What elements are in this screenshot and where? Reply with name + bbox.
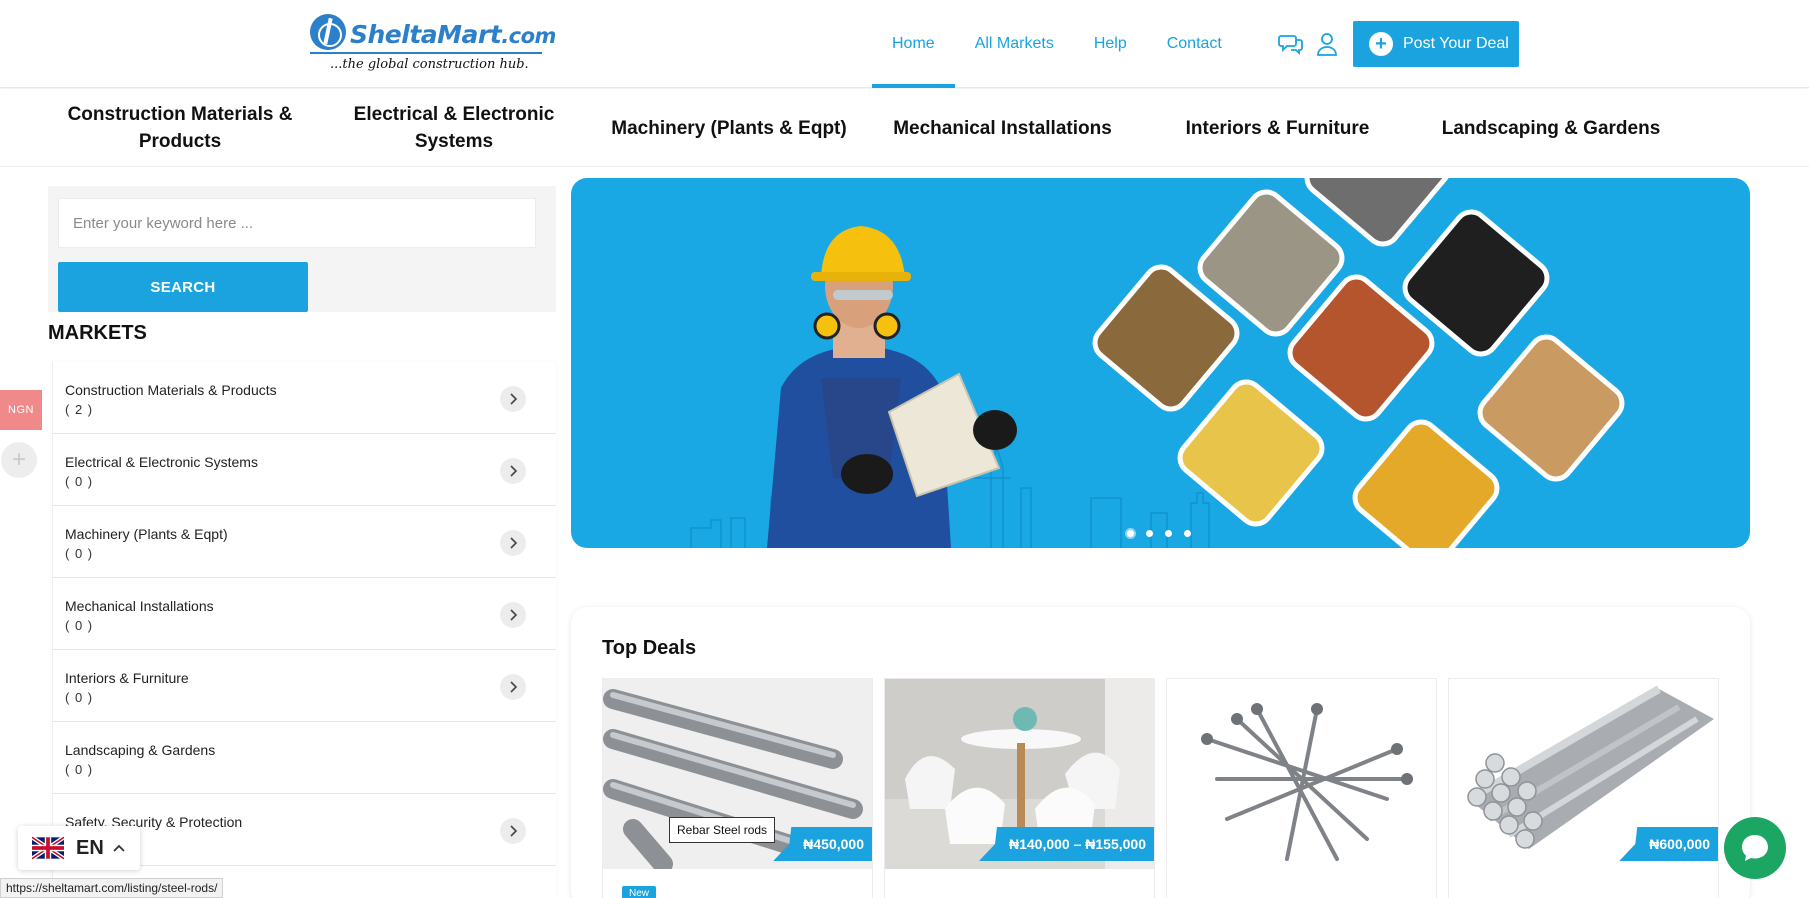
market-item-label: Construction Materials & Products: [65, 382, 277, 398]
product-tooltip: Rebar Steel rods: [669, 817, 776, 843]
markets-heading: MARKETS: [48, 322, 147, 344]
market-item-construction-materials[interactable]: Construction Materials & Products ( 2 ): [53, 362, 556, 434]
site-header: SheltaMart.com ...the global constructio…: [0, 0, 1809, 88]
deal-card-nails[interactable]: [1166, 678, 1437, 898]
category-interiors-furniture[interactable]: Interiors & Furniture: [1170, 89, 1385, 167]
slider-dot[interactable]: [1146, 530, 1153, 537]
chevron-right-icon[interactable]: [500, 818, 526, 844]
logo-underline: [310, 52, 542, 54]
category-electrical-electronic[interactable]: Electrical & Electronic Systems: [318, 89, 590, 167]
live-chat-button[interactable]: [1724, 817, 1786, 879]
market-item-count: ( 2 ): [65, 402, 94, 417]
top-deals-heading: Top Deals: [602, 637, 697, 659]
currency-switcher[interactable]: NGN: [0, 390, 42, 430]
side-plus-icon[interactable]: +: [1, 442, 37, 478]
slider-dot[interactable]: [1165, 530, 1172, 537]
logo-tagline: ...the global construction hub.: [330, 57, 529, 72]
slider-dots: [1127, 530, 1191, 537]
hero-banner-image: [690, 178, 1625, 548]
chevron-right-icon[interactable]: [500, 602, 526, 628]
deal-card-rebar-steel-rods[interactable]: ₦450,000: [602, 678, 873, 898]
nav-contact[interactable]: Contact: [1147, 0, 1242, 88]
market-item-label: Electrical & Electronic Systems: [65, 454, 258, 470]
market-item-landscaping-gardens[interactable]: Landscaping & Gardens ( 0 ): [53, 722, 556, 794]
nav-help[interactable]: Help: [1074, 0, 1147, 88]
uk-flag-icon: [32, 836, 64, 860]
keyword-search-input[interactable]: [58, 198, 536, 248]
search-button[interactable]: SEARCH: [58, 262, 308, 312]
chevron-right-icon[interactable]: [500, 386, 526, 412]
user-account-icon[interactable]: [1316, 32, 1338, 56]
market-item-machinery[interactable]: Machinery (Plants & Eqpt) ( 0 ): [53, 506, 556, 578]
worker-illustration: [767, 226, 1017, 548]
chevron-up-icon: [113, 844, 125, 852]
chevron-right-icon[interactable]: [500, 530, 526, 556]
chat-icon: [1742, 835, 1768, 861]
market-item-electrical-electronic[interactable]: Electrical & Electronic Systems ( 0 ): [53, 434, 556, 506]
post-your-deal-button[interactable]: + Post Your Deal: [1353, 21, 1519, 67]
plus-circle-icon: +: [1369, 32, 1393, 56]
link-status-bar: https://sheltamart.com/listing/steel-rod…: [0, 878, 224, 898]
top-deals-section: Top Deals ₦450,000 ₦140,000 – ₦155,000 ₦…: [571, 607, 1750, 898]
deal-price-tag: ₦140,000 – ₦155,000: [979, 827, 1154, 861]
category-mechanical-installations[interactable]: Mechanical Installations: [880, 89, 1125, 167]
logo-wordmark: SheltaMart.com: [350, 20, 556, 49]
nav-all-markets[interactable]: All Markets: [955, 0, 1074, 88]
slider-dot[interactable]: [1184, 530, 1191, 537]
market-item-interiors-furniture[interactable]: Interiors & Furniture ( 0 ): [53, 650, 556, 722]
markets-list: Construction Materials & Products ( 2 ) …: [52, 362, 556, 898]
hero-banner-slider[interactable]: [571, 178, 1750, 548]
search-panel: SEARCH: [48, 186, 556, 312]
market-item-count: ( 0 ): [65, 690, 94, 705]
category-machinery[interactable]: Machinery (Plants & Eqpt): [608, 89, 850, 167]
market-item-label: Interiors & Furniture: [65, 670, 189, 686]
nav-home[interactable]: Home: [872, 0, 955, 88]
main-nav: Home All Markets Help Contact: [872, 0, 1242, 88]
category-construction-materials[interactable]: Construction Materials & Products: [58, 89, 302, 167]
material-photo-tiles: [1092, 178, 1625, 548]
nails-product-image: [1167, 679, 1436, 869]
deal-card-steel-rods-bundle[interactable]: ₦600,000: [1448, 678, 1719, 898]
chevron-right-icon[interactable]: [500, 458, 526, 484]
market-item-count: ( 0 ): [65, 762, 94, 777]
market-item-mechanical-installations[interactable]: Mechanical Installations ( 0 ): [53, 578, 556, 650]
deal-card-dining-set[interactable]: ₦140,000 – ₦155,000: [884, 678, 1155, 898]
language-switcher[interactable]: EN: [18, 826, 140, 870]
category-menu: Construction Materials & Products Electr…: [0, 89, 1809, 167]
post-your-deal-label: Post Your Deal: [1403, 35, 1509, 52]
logo-globe-icon: [310, 14, 346, 50]
slider-dot[interactable]: [1127, 530, 1134, 537]
chevron-right-icon[interactable]: [500, 674, 526, 700]
market-item-count: ( 0 ): [65, 618, 94, 633]
market-item-count: ( 0 ): [65, 546, 94, 561]
category-landscaping-gardens[interactable]: Landscaping & Gardens: [1440, 89, 1662, 167]
site-logo[interactable]: SheltaMart.com ...the global constructio…: [308, 12, 556, 74]
new-badge: New: [622, 886, 656, 898]
language-code: EN: [76, 836, 104, 859]
market-item-label: Machinery (Plants & Eqpt): [65, 526, 228, 542]
market-item-label: Mechanical Installations: [65, 598, 214, 614]
market-item-count: ( 0 ): [65, 474, 94, 489]
chat-bubbles-icon[interactable]: [1278, 32, 1304, 56]
market-item-label: Landscaping & Gardens: [65, 742, 216, 758]
